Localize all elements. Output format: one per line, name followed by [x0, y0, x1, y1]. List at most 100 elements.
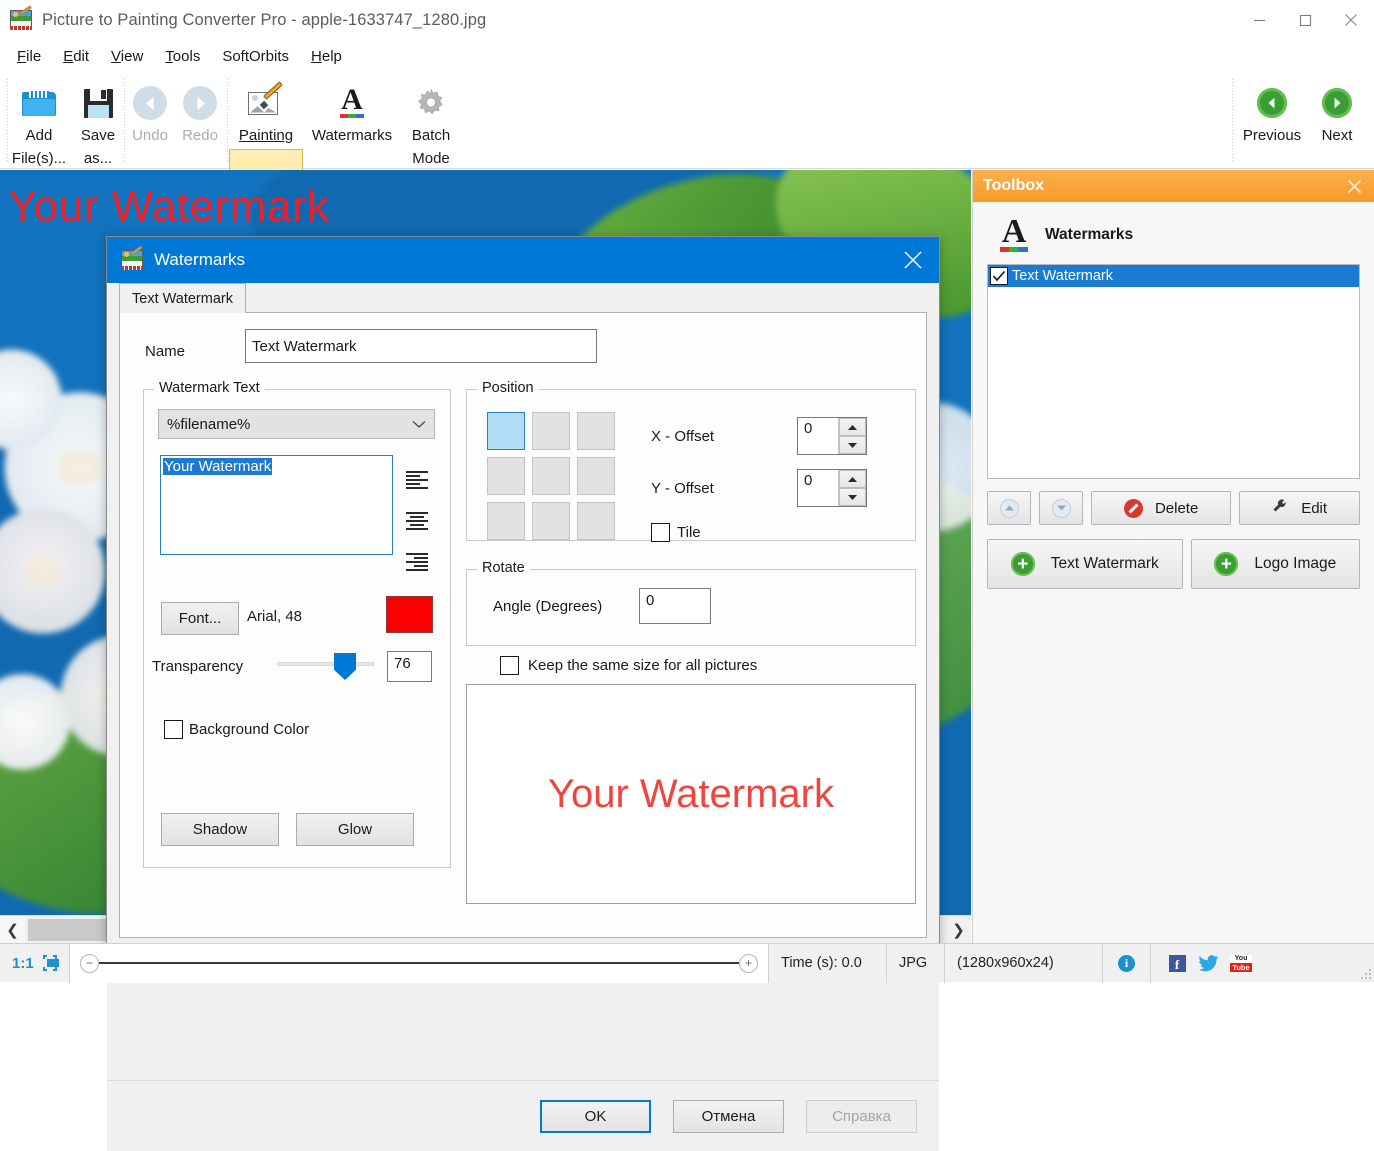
angle-label: Angle (Degrees)	[493, 598, 603, 615]
position-cell-bottom-left[interactable]	[487, 502, 525, 540]
align-right-icon[interactable]	[406, 553, 428, 571]
y-offset-value[interactable]: 0	[798, 470, 838, 506]
macro-dropdown[interactable]: %filename%	[158, 409, 435, 439]
zoom-slider[interactable]: − +	[70, 943, 769, 983]
slider-knob[interactable]	[334, 653, 356, 680]
slider-rail	[277, 662, 374, 666]
close-icon[interactable]	[1342, 174, 1366, 198]
x-offset-value[interactable]: 0	[798, 418, 838, 454]
spin-up-icon[interactable]	[839, 418, 866, 436]
resize-grip[interactable]	[1360, 968, 1372, 980]
y-offset-spinner[interactable]: 0	[797, 469, 867, 507]
toolbar-next[interactable]: Next	[1307, 77, 1367, 146]
zoom-controls[interactable]: 1:1	[0, 943, 70, 983]
y-offset-spin-buttons[interactable]	[838, 470, 866, 506]
background-color-checkbox[interactable]	[164, 720, 183, 739]
position-grid[interactable]	[487, 412, 615, 540]
position-cell-bottom-right[interactable]	[577, 502, 615, 540]
shadow-button[interactable]: Shadow	[161, 813, 279, 846]
x-offset-spinner[interactable]: 0	[797, 417, 867, 455]
watermark-text-area[interactable]: Your Watermark	[160, 455, 393, 555]
font-button[interactable]: Font...	[161, 602, 239, 635]
toolbar-save-as[interactable]: Save as...	[70, 77, 126, 169]
add-text-watermark-button[interactable]: + Text Watermark	[987, 539, 1183, 589]
facebook-icon[interactable]: f	[1166, 952, 1188, 974]
spin-down-icon[interactable]	[839, 488, 866, 506]
maximize-icon[interactable]	[1282, 0, 1328, 40]
toolbar-painting[interactable]: Painting	[231, 77, 301, 146]
list-item[interactable]: Text Watermark	[988, 265, 1359, 287]
edit-button[interactable]: Edit	[1239, 491, 1360, 525]
move-up-button[interactable]	[987, 491, 1031, 525]
menu-help[interactable]: Help	[300, 44, 353, 69]
spin-up-icon[interactable]	[839, 470, 866, 488]
transparency-value-input[interactable]: 76	[387, 651, 432, 682]
menu-view[interactable]: View	[100, 44, 154, 69]
move-down-button[interactable]	[1039, 491, 1083, 525]
menu-tools[interactable]: Tools	[154, 44, 211, 69]
toolbar-batch-mode[interactable]: Batch Mode	[401, 77, 461, 169]
minimize-icon[interactable]	[1236, 0, 1282, 40]
keep-size-checkbox[interactable]	[500, 656, 519, 675]
menu-edit[interactable]: Edit	[52, 44, 100, 69]
toolbar-painting-label: Painting	[238, 127, 294, 144]
transparency-label: Transparency	[152, 658, 244, 675]
tile-checkbox[interactable]	[651, 523, 670, 542]
info-button[interactable]: i	[1103, 943, 1151, 983]
angle-input[interactable]: 0	[639, 588, 711, 624]
position-group-title: Position	[477, 380, 539, 396]
toolbar-redo[interactable]: Redo	[176, 77, 224, 146]
menu-file[interactable]: File	[6, 44, 52, 69]
toolbar-undo[interactable]: Undo	[126, 77, 174, 146]
menu-softorbits[interactable]: SoftOrbits	[211, 44, 300, 69]
twitter-icon[interactable]	[1198, 952, 1220, 974]
chevron-left-icon[interactable]: ❮	[0, 916, 25, 944]
zoom-slider-track[interactable]	[99, 962, 739, 964]
help-button: Справка	[806, 1099, 917, 1133]
align-left-icon[interactable]	[406, 471, 428, 489]
tab-strip: Text Watermark	[119, 283, 927, 314]
watermark-enabled-checkbox[interactable]	[990, 267, 1008, 285]
glow-button[interactable]: Glow	[296, 813, 414, 846]
transparency-slider[interactable]	[277, 653, 374, 680]
chevron-right-icon[interactable]: ❯	[946, 916, 971, 944]
title-bar: Picture to Painting Converter Pro - appl…	[0, 0, 1374, 40]
toolbar-batch-label-2: Mode	[412, 150, 450, 167]
spin-down-icon[interactable]	[839, 436, 866, 454]
wrench-icon	[1272, 498, 1289, 519]
ok-button[interactable]: OK	[540, 1099, 651, 1133]
plus-circle-icon[interactable]: +	[739, 953, 758, 973]
tab-text-watermark[interactable]: Text Watermark	[119, 283, 246, 314]
watermark-list[interactable]: Text Watermark	[987, 264, 1360, 479]
toolbar-watermarks[interactable]: A Watermarks	[303, 77, 401, 146]
position-cell-bottom-center[interactable]	[532, 502, 570, 540]
position-group: Position X - Offset 0 Y - Offset 0 Tile	[466, 380, 916, 542]
fit-to-screen-icon[interactable]	[42, 955, 59, 971]
x-offset-spin-buttons[interactable]	[838, 418, 866, 454]
font-value-label: Arial, 48	[247, 608, 303, 625]
status-bar: 1:1 − + Time (s): 0.0 JPG (1280x960x24) …	[0, 943, 1374, 983]
cancel-button[interactable]: Отмена	[673, 1099, 784, 1133]
dialog-close-icon[interactable]	[893, 240, 933, 280]
minus-circle-icon[interactable]: −	[80, 953, 99, 973]
position-cell-top-right[interactable]	[577, 412, 615, 450]
color-swatch-button[interactable]	[386, 596, 433, 633]
position-cell-middle-right[interactable]	[577, 457, 615, 495]
toolbar-add-files-label-2: File(s)...	[11, 150, 67, 167]
toolbar-add-files[interactable]: Add File(s)...	[10, 77, 68, 169]
position-cell-top-center[interactable]	[532, 412, 570, 450]
background-color-label: Background Color	[189, 721, 310, 738]
position-cell-top-left[interactable]	[487, 412, 525, 450]
delete-button[interactable]: Delete	[1091, 491, 1232, 525]
name-input[interactable]: Text Watermark	[245, 329, 597, 363]
align-center-icon[interactable]	[406, 512, 428, 530]
toolbar-save-as-label-2: as...	[83, 150, 113, 167]
add-logo-image-button[interactable]: + Logo Image	[1190, 539, 1361, 589]
position-cell-middle-center[interactable]	[532, 457, 570, 495]
youtube-icon[interactable]: You Tube	[1230, 954, 1252, 972]
toolbar-previous[interactable]: Previous	[1237, 77, 1307, 146]
close-icon[interactable]	[1328, 0, 1374, 40]
arrow-left-circle-icon	[1257, 83, 1287, 123]
zoom-ratio-label[interactable]: 1:1	[12, 955, 34, 972]
position-cell-middle-left[interactable]	[487, 457, 525, 495]
